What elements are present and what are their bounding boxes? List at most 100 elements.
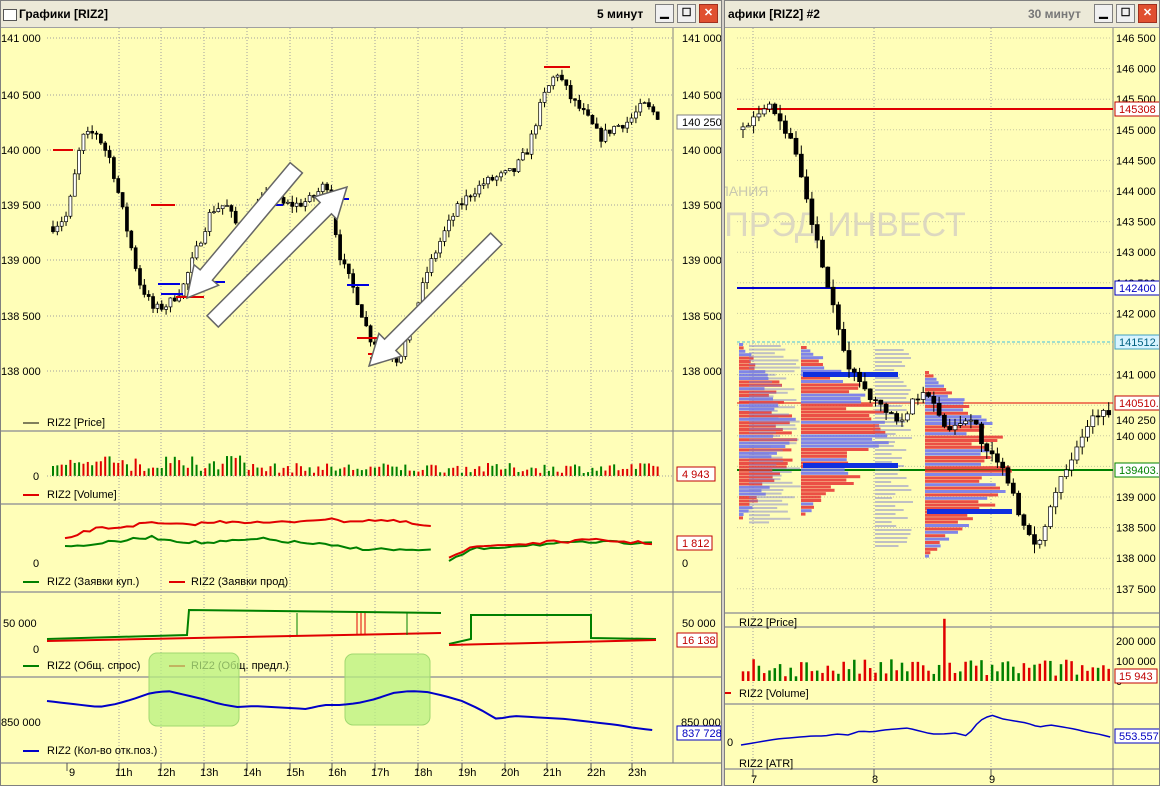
profile-letters <box>749 395 774 398</box>
demand-legend: RIZ2 (Общ. спрос) <box>47 660 140 672</box>
profile-bar-b <box>801 427 881 431</box>
left-candle-body <box>364 316 369 327</box>
profile-bar-b <box>801 482 854 485</box>
left-price-tick-left: 139 500 <box>1 200 41 212</box>
left-candle-body <box>286 201 290 204</box>
profile-bar-b <box>801 380 843 383</box>
profile-letters <box>749 409 778 412</box>
profile-bar-a <box>739 346 744 350</box>
profile-bar-b <box>801 451 847 455</box>
profile-letters <box>749 381 773 383</box>
left-candle-body <box>77 150 81 175</box>
right-price-tick: 143 500 <box>1116 217 1156 229</box>
profile-letters <box>875 509 904 511</box>
right-candle-body <box>878 399 884 405</box>
left-price-tick-right: 139 500 <box>682 200 722 212</box>
profile-letters <box>875 513 896 515</box>
profile-letters <box>749 517 791 520</box>
left-candle-body <box>51 226 55 233</box>
right-candle-body <box>857 371 862 383</box>
left-time-label: 20h <box>501 767 519 779</box>
profile-bar-b <box>801 393 866 397</box>
profile-letters <box>875 505 896 507</box>
demand-tick-right: 50 000 <box>682 618 716 630</box>
left-candle-body <box>642 102 647 104</box>
profile-letters <box>749 478 781 481</box>
left-candle-body <box>168 297 173 308</box>
left-time-label: 17h <box>371 767 389 779</box>
profile-letters <box>749 463 777 466</box>
left-chart-window[interactable]: Графики [RIZ2] 5 минут ▁ ☐ ✕ 141 000 141 … <box>0 0 722 786</box>
profile-letters <box>749 514 770 517</box>
profile-bar-c <box>925 513 968 517</box>
right-candle-body <box>767 103 772 110</box>
left-candle-body <box>455 203 460 217</box>
right-candle-body <box>745 125 751 128</box>
right-volume-tick: 100 000 <box>1116 656 1156 668</box>
profile-bar-c <box>925 374 934 378</box>
right-candle-body <box>883 403 889 413</box>
oi-legend: RIZ2 (Кол-во отк.поз.) <box>47 745 157 757</box>
profile-letters <box>875 521 892 523</box>
profile-bar-c <box>925 439 998 442</box>
profile-letters <box>749 438 799 441</box>
arrow-up-mid-shape <box>367 232 503 368</box>
left-candle-body <box>233 210 238 224</box>
profile-letters <box>875 357 912 359</box>
profile-bar-c <box>925 493 999 497</box>
left-candle-body <box>425 272 429 284</box>
profile-letters <box>749 345 781 347</box>
left-candle-body <box>85 131 90 135</box>
watermark-line-2: ИНТЕРСПРЭД ИНВЕСТ <box>725 206 966 244</box>
right-price-tick: 146 500 <box>1116 33 1156 45</box>
left-candle-body <box>394 358 399 363</box>
left-candle-body <box>155 303 160 309</box>
left-candle-body <box>90 131 95 134</box>
left-candle-body <box>473 193 477 197</box>
demand-value: 16 138 <box>682 635 716 647</box>
profile-bar-a <box>739 509 749 513</box>
left-candle-body <box>651 106 656 113</box>
orders-value: 1 812 <box>682 538 710 550</box>
left-time-label: 16h <box>328 767 346 779</box>
profile-letters <box>749 377 787 380</box>
left-candle-body <box>81 133 86 151</box>
level-blue-label: 142400 <box>1119 283 1156 295</box>
profile-bar-c <box>925 517 973 521</box>
left-candle-body <box>529 133 534 155</box>
right-candle-body <box>889 412 894 414</box>
left-candle-body <box>216 208 221 213</box>
profile-letters <box>875 529 912 531</box>
right-candle-body <box>1016 492 1021 516</box>
profile-letters <box>875 457 902 459</box>
profile-bar-b <box>801 410 885 414</box>
left-candle-body <box>338 234 342 261</box>
right-candle-body <box>899 419 905 422</box>
profile-letters <box>875 481 892 483</box>
left-candle-body <box>203 231 208 244</box>
left-candle-body <box>590 114 595 125</box>
left-candle-body <box>142 284 147 295</box>
profile-bar-b <box>801 359 819 363</box>
right-chart-window[interactable]: афики [RIZ2] #2 30 минут ▁ ☐ ✕ 146 500 14… <box>724 0 1160 786</box>
left-candle-body <box>629 117 634 123</box>
profile-bar-c <box>925 479 980 483</box>
profile-bar-b <box>801 437 873 441</box>
profile-bar-c <box>925 398 965 402</box>
profile-letters <box>749 359 799 362</box>
right-candle-body <box>851 368 857 373</box>
right-chart-canvas[interactable]: 146 500146 000145 500145 000144 500144 0… <box>725 1 1160 786</box>
left-price-tick-right: 138 500 <box>682 311 722 323</box>
profile-bar-c <box>925 452 981 456</box>
left-candle-body <box>464 195 469 206</box>
left-candle-body <box>103 142 108 151</box>
left-candle-body <box>294 202 299 207</box>
profile-bar-c <box>925 449 990 453</box>
left-candle-body <box>125 206 129 232</box>
profile-letters <box>749 492 782 495</box>
right-candle-body <box>1090 415 1096 427</box>
profile-bar-c <box>925 415 982 419</box>
right-price-tick: 141 000 <box>1116 370 1156 382</box>
profile-letters <box>749 420 800 423</box>
left-chart-canvas[interactable]: 141 000 141 000 140 500 140 500 140 000 140 0… <box>1 1 722 786</box>
